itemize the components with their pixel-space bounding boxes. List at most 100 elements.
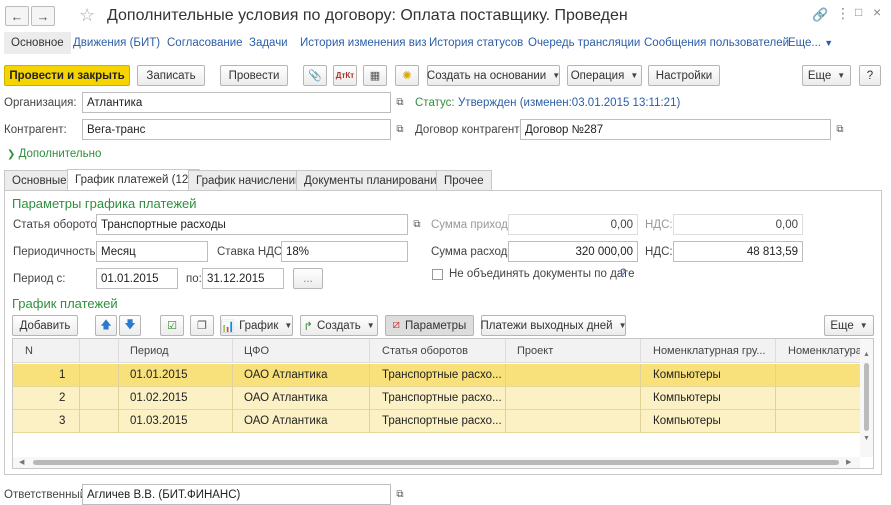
col-nomgroup[interactable]: Номенклатурная гру...: [653, 345, 765, 357]
responsible-field[interactable]: Агличев В.В. (БИТ.ФИНАНС): [82, 484, 391, 505]
nav-link-movements[interactable]: Движения (БИТ): [73, 37, 160, 49]
weekend-payments-button[interactable]: Платежи выходных дней ▼: [480, 315, 627, 336]
chart-button[interactable]: 📊 График ▼: [220, 315, 293, 336]
schedule-more-button[interactable]: Еще ▼: [824, 315, 874, 336]
table-row[interactable]: 3 01.03.2015 ОАО Атлантика Транспортные …: [13, 410, 860, 433]
menu-dots-icon[interactable]: ⋮: [836, 5, 850, 22]
tab-other[interactable]: Прочее: [436, 170, 492, 190]
move-up-button[interactable]: 🡅: [95, 315, 117, 336]
turnover-field[interactable]: Транспортные расходы: [96, 214, 408, 235]
vat-rate-label: Ставка НДС:: [217, 246, 286, 258]
hscroll-thumb[interactable]: [33, 460, 839, 465]
save-button[interactable]: Записать: [137, 65, 205, 86]
cell-nomgroup: Компьютеры: [653, 415, 721, 427]
additional-toggle[interactable]: ❯ Дополнительно: [7, 148, 101, 160]
link-icon[interactable]: 🔗: [812, 7, 828, 23]
period-from-label: Период с:: [13, 273, 66, 285]
scroll-down-icon[interactable]: ▼: [863, 435, 870, 442]
arrow-down-icon: 🡇: [124, 319, 136, 331]
col-project[interactable]: Проект: [517, 345, 553, 357]
restore-icon[interactable]: □: [855, 5, 862, 19]
tab-main[interactable]: Основные: [4, 170, 75, 190]
create-based-on-button[interactable]: Создать на основании ▼: [427, 65, 560, 86]
forward-button[interactable]: →: [31, 6, 55, 26]
status-value[interactable]: Утвержден (изменен:03.01.2015 13:11:21): [458, 97, 680, 109]
cell-turnover: Транспортные расхо...: [382, 392, 502, 404]
table-row[interactable]: 2 01.02.2015 ОАО Атлантика Транспортные …: [13, 387, 860, 410]
nav-link-translation-queue[interactable]: Очередь трансляции: [528, 37, 640, 49]
vat2-field[interactable]: 48 813,59: [673, 241, 803, 262]
move-down-button[interactable]: 🡇: [119, 315, 141, 336]
nav-tab-main[interactable]: Основное: [4, 32, 71, 54]
col-n[interactable]: N: [25, 345, 33, 357]
organization-field[interactable]: Атлантика: [82, 92, 391, 113]
period-to-field[interactable]: 31.12.2015: [202, 268, 284, 289]
post-button[interactable]: Провести: [220, 65, 288, 86]
open-icon[interactable]: ⧉: [391, 119, 409, 140]
open-icon[interactable]: ⧉: [831, 119, 849, 140]
table-row[interactable]: 1 01.01.2015 ОАО Атлантика Транспортные …: [13, 364, 860, 387]
create-icon: ↱: [303, 320, 313, 333]
contractor-label: Контрагент:: [4, 124, 67, 136]
vertical-scrollbar[interactable]: ▲ ▼: [860, 339, 873, 457]
open-icon[interactable]: ⧉: [391, 92, 409, 113]
nav-link-status-history[interactable]: История статусов: [429, 37, 523, 49]
post-and-close-button[interactable]: Провести и закрыть: [4, 65, 130, 86]
nav-link-tasks[interactable]: Задачи: [249, 37, 288, 49]
cell-period: 01.02.2015: [130, 392, 188, 404]
scroll-thumb[interactable]: [864, 363, 869, 431]
create-based-label: Создать на основании: [426, 69, 547, 82]
contractor-field[interactable]: Вега-транс: [82, 119, 391, 140]
tab-planning-documents[interactable]: Документы планирования: [296, 170, 451, 190]
scroll-left-icon[interactable]: ◀: [19, 458, 24, 466]
col-cfo[interactable]: ЦФО: [244, 345, 269, 357]
favorite-star-icon[interactable]: ☆: [79, 5, 95, 26]
sum-expense-field[interactable]: 320 000,00: [508, 241, 638, 262]
close-icon[interactable]: ×: [873, 4, 881, 20]
copy-button[interactable]: ❐: [190, 315, 214, 336]
scroll-up-icon[interactable]: ▲: [863, 351, 870, 358]
page-title: Дополнительные условия по договору: Опла…: [107, 7, 628, 24]
contract-field[interactable]: Договор №287: [520, 119, 831, 140]
nav-link-more[interactable]: Еще... ▼: [788, 37, 833, 49]
cell-cfo: ОАО Атлантика: [244, 369, 328, 381]
col-turnover[interactable]: Статья оборотов: [382, 345, 468, 357]
period-select-button[interactable]: ...: [293, 268, 323, 289]
tab-payment-schedule[interactable]: График платежей (12): [67, 169, 201, 190]
nav-link-user-messages[interactable]: Сообщения пользователей: [644, 37, 789, 49]
report-button[interactable]: ▦: [363, 65, 387, 86]
idea-button[interactable]: ✺: [395, 65, 419, 86]
scroll-right-icon[interactable]: ▶: [846, 458, 851, 466]
settings-button[interactable]: Настройки: [648, 65, 720, 86]
col-nom[interactable]: Номенклатура: [788, 345, 862, 357]
period-from-field[interactable]: 01.01.2015: [96, 268, 178, 289]
no-merge-help[interactable]: ?: [620, 268, 626, 280]
open-icon[interactable]: ⧉: [408, 214, 426, 235]
nav-link-visa-history[interactable]: История изменения виз: [300, 37, 427, 49]
col-period[interactable]: Период: [130, 345, 169, 357]
dt-kt-button[interactable]: ДтКт: [333, 65, 357, 86]
dropdown-caret-icon: ▼: [552, 71, 561, 80]
back-button[interactable]: ←: [5, 6, 29, 26]
add-button[interactable]: Добавить: [12, 315, 78, 336]
check-all-button[interactable]: ☑: [160, 315, 184, 336]
parameters-button[interactable]: ⧄ Параметры: [385, 315, 474, 336]
operation-button[interactable]: Операция ▼: [567, 65, 642, 86]
nav-link-approval[interactable]: Согласование: [167, 37, 243, 49]
no-merge-checkbox[interactable]: [432, 269, 443, 280]
cell-nomgroup: Компьютеры: [653, 392, 721, 404]
create-button[interactable]: ↱ Создать ▼: [300, 315, 378, 336]
cell-period: 01.03.2015: [130, 415, 188, 427]
dropdown-caret-icon: ▼: [630, 71, 639, 80]
help-button[interactable]: ?: [859, 65, 881, 86]
nav-more-label: Еще...: [788, 37, 821, 49]
horizontal-scrollbar[interactable]: ◀ ▶: [13, 457, 860, 468]
vat-rate-field[interactable]: 18%: [281, 241, 408, 262]
more-button[interactable]: Еще ▼: [802, 65, 851, 86]
tab-accrual-schedule[interactable]: График начислений: [188, 170, 310, 190]
open-icon[interactable]: ⧉: [391, 484, 409, 505]
periodicity-field[interactable]: Месяц: [96, 241, 208, 262]
attach-button[interactable]: 📎: [303, 65, 327, 86]
dropdown-caret-icon: ▼: [859, 321, 868, 330]
cell-n: 1: [59, 369, 66, 381]
